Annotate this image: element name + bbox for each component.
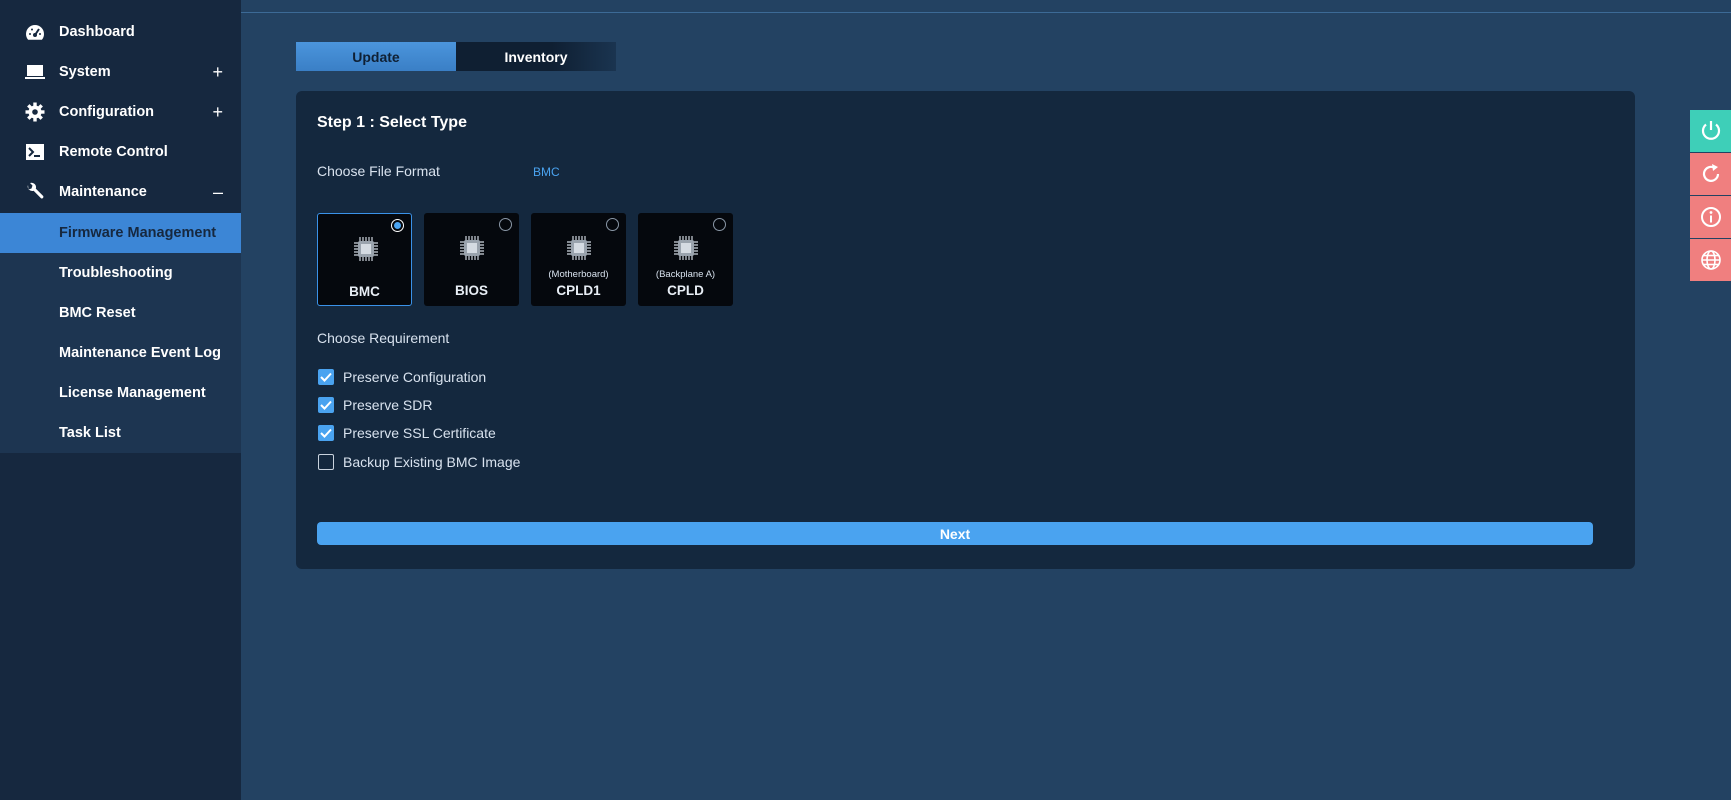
chip-icon xyxy=(674,236,698,260)
backup-existing-bmc-image-checkbox[interactable]: Backup Existing BMC Image xyxy=(318,453,520,471)
file-format-value: BMC xyxy=(533,165,560,179)
sidebar-item-label: License Management xyxy=(59,385,206,401)
type-name: CPLD xyxy=(667,283,704,298)
globe-icon xyxy=(1700,250,1721,270)
power-button[interactable] xyxy=(1690,110,1731,152)
refresh-icon xyxy=(1702,164,1719,182)
checkbox-label: Preserve SSL Certificate xyxy=(343,425,496,441)
checkbox-label: Preserve Configuration xyxy=(343,369,487,385)
type-radio[interactable] xyxy=(499,218,512,231)
terminal-icon xyxy=(24,141,46,163)
sidebar-item-bmc-reset[interactable]: BMC Reset xyxy=(0,293,241,333)
sidebar-item-label: Dashboard xyxy=(59,24,135,40)
sidebar-item-license-management[interactable]: License Management xyxy=(0,373,241,413)
quick-action-toolbar xyxy=(1690,110,1731,282)
sidebar-item-firmware-management[interactable]: Firmware Management xyxy=(0,213,241,253)
check-icon xyxy=(320,372,332,382)
checkbox[interactable] xyxy=(318,425,334,441)
sidebar-item-label: Firmware Management xyxy=(59,225,217,241)
type-card-cpld[interactable]: (Backplane A) CPLD xyxy=(638,213,733,306)
info-icon xyxy=(1700,207,1721,227)
preserve-ssl-certificate-checkbox[interactable]: Preserve SSL Certificate xyxy=(318,424,496,442)
expand-toggle[interactable]: + xyxy=(212,63,223,81)
checkbox[interactable] xyxy=(318,397,334,413)
sidebar-item-label: Remote Control xyxy=(59,144,168,160)
expand-toggle[interactable]: + xyxy=(212,103,223,121)
maintenance-submenu: Firmware Management Troubleshooting BMC … xyxy=(0,213,241,453)
sidebar-item-label: System xyxy=(59,64,111,80)
type-card-cpld1[interactable]: (Motherboard) CPLD1 xyxy=(531,213,626,306)
type-name: BMC xyxy=(349,284,380,299)
refresh-button[interactable] xyxy=(1690,153,1731,195)
preserve-sdr-checkbox[interactable]: Preserve SDR xyxy=(318,396,432,414)
sidebar-item-label: Troubleshooting xyxy=(59,265,173,281)
info-button[interactable] xyxy=(1690,196,1731,238)
chip-icon xyxy=(567,236,591,260)
type-radio[interactable] xyxy=(713,218,726,231)
sidebar-item-label: Task List xyxy=(59,425,121,441)
requirement-label: Choose Requirement xyxy=(317,330,450,346)
sidebar-item-task-list[interactable]: Task List xyxy=(0,413,241,453)
chip-icon xyxy=(354,237,378,261)
tab-inventory[interactable]: Inventory xyxy=(456,42,616,71)
sidebar-item-label: Maintenance xyxy=(59,184,147,200)
checkbox-label: Backup Existing BMC Image xyxy=(343,454,521,470)
firmware-tabs: Update Inventory xyxy=(296,42,616,71)
sidebar-item-label: BMC Reset xyxy=(59,305,136,321)
preserve-configuration-checkbox[interactable]: Preserve Configuration xyxy=(318,368,486,386)
sidebar-item-maintenance-event-log[interactable]: Maintenance Event Log xyxy=(0,333,241,373)
sidebar: Dashboard System + Configuration + Remot… xyxy=(0,0,241,800)
type-sub-label: (Motherboard) xyxy=(548,269,609,280)
checkbox-label: Preserve SDR xyxy=(343,397,433,413)
sidebar-item-dashboard[interactable]: Dashboard xyxy=(0,12,241,52)
type-radio[interactable] xyxy=(391,219,404,232)
tab-update[interactable]: Update xyxy=(296,42,456,71)
sidebar-item-system[interactable]: System + xyxy=(0,52,241,92)
chip-icon xyxy=(460,236,484,260)
type-name: BIOS xyxy=(454,283,488,298)
step-title: Step 1 : Select Type xyxy=(317,114,467,131)
gear-icon xyxy=(24,101,46,123)
type-sub-label: (Backplane A) xyxy=(655,269,716,280)
language-button[interactable] xyxy=(1690,239,1731,281)
sidebar-item-troubleshooting[interactable]: Troubleshooting xyxy=(0,253,241,293)
type-radio[interactable] xyxy=(606,218,619,231)
power-icon xyxy=(1701,121,1720,140)
file-format-label: Choose File Format xyxy=(317,163,440,179)
type-card-bmc[interactable]: BMC xyxy=(317,213,412,306)
check-icon xyxy=(320,400,332,410)
monitor-icon xyxy=(24,61,46,83)
sidebar-item-configuration[interactable]: Configuration + xyxy=(0,92,241,132)
dashboard-icon xyxy=(24,21,46,43)
wrench-icon xyxy=(24,181,46,203)
type-name: CPLD1 xyxy=(556,283,601,298)
sidebar-item-label: Configuration xyxy=(59,104,155,120)
next-button[interactable]: Next xyxy=(317,522,1593,545)
update-card: Step 1 : Select Type Choose File Format … xyxy=(296,91,1635,569)
type-card-bios[interactable]: BIOS xyxy=(424,213,519,306)
top-divider xyxy=(0,12,1731,13)
check-icon xyxy=(320,428,332,438)
collapse-toggle[interactable]: – xyxy=(213,183,223,201)
sidebar-item-remote-control[interactable]: Remote Control xyxy=(0,132,241,172)
checkbox[interactable] xyxy=(318,454,334,470)
sidebar-item-maintenance[interactable]: Maintenance – xyxy=(0,172,241,212)
sidebar-item-label: Maintenance Event Log xyxy=(59,345,221,361)
checkbox[interactable] xyxy=(318,369,334,385)
